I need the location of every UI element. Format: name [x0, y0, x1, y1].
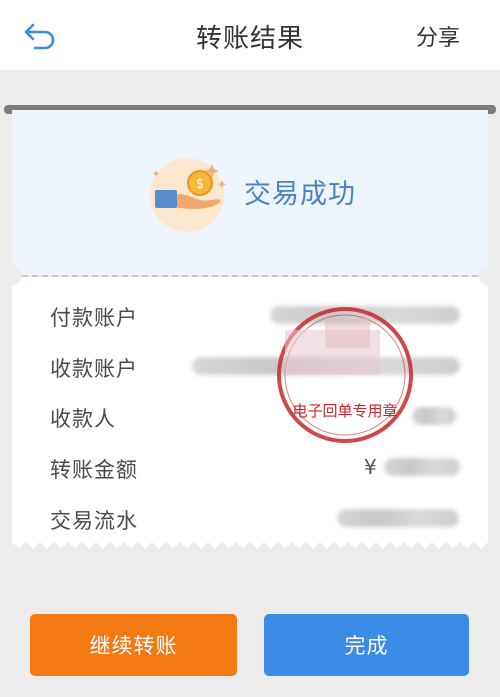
detail-label: 收款账户	[50, 357, 138, 381]
receipt-zigzag-edge	[12, 540, 488, 549]
detail-row-transaction-id: 交易流水	[12, 497, 488, 537]
detail-label: 交易流水	[50, 509, 138, 533]
success-status: 交易成功	[244, 179, 356, 210]
done-button[interactable]: 完成	[264, 614, 469, 676]
detail-row-amount: 转账金额 ¥	[12, 446, 488, 486]
currency-symbol: ¥	[364, 455, 377, 479]
hand-coin-icon: $	[150, 158, 227, 232]
detail-label: 转账金额	[50, 458, 138, 482]
top-bar: 转账结果 分享	[0, 0, 500, 70]
redacted-value	[337, 509, 459, 527]
detail-label: 收款人	[50, 407, 116, 431]
official-seal-stamp: 电子回单专用章	[277, 307, 413, 443]
receipt-card: $ 交易成功 付款账户 收款账户 收款人 转账金额 ¥ 交易流水 电子回单专用章	[2, 110, 498, 550]
redacted-value	[384, 458, 460, 476]
seal-text: 电子回单专用章	[292, 402, 397, 420]
detail-label: 付款账户	[50, 306, 138, 330]
receipt-notch-left	[2, 265, 22, 285]
receipt-notch-right	[478, 265, 498, 285]
continue-transfer-button[interactable]: 继续转账	[30, 614, 237, 676]
svg-text:$: $	[196, 177, 204, 192]
share-button[interactable]: 分享	[416, 20, 460, 52]
